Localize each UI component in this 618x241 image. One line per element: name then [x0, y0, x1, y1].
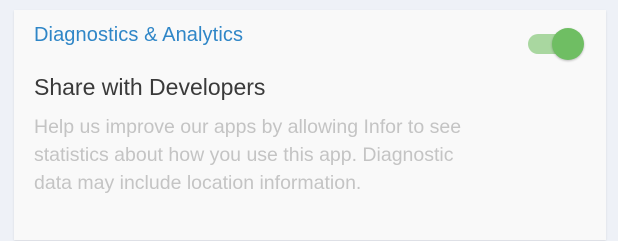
setting-description-line: statistics about how you use this app. D… [34, 144, 454, 166]
toggle-thumb [552, 28, 584, 60]
setting-title: Share with Developers [34, 74, 266, 100]
share-with-developers-toggle[interactable] [528, 28, 584, 60]
section-title: Diagnostics & Analytics [34, 24, 244, 46]
setting-description-line: Help us improve our apps by allowing Inf… [34, 116, 462, 138]
setting-description: Help us improve our apps by allowing Inf… [34, 113, 574, 197]
setting-description-line: data may include location information. [34, 172, 362, 194]
